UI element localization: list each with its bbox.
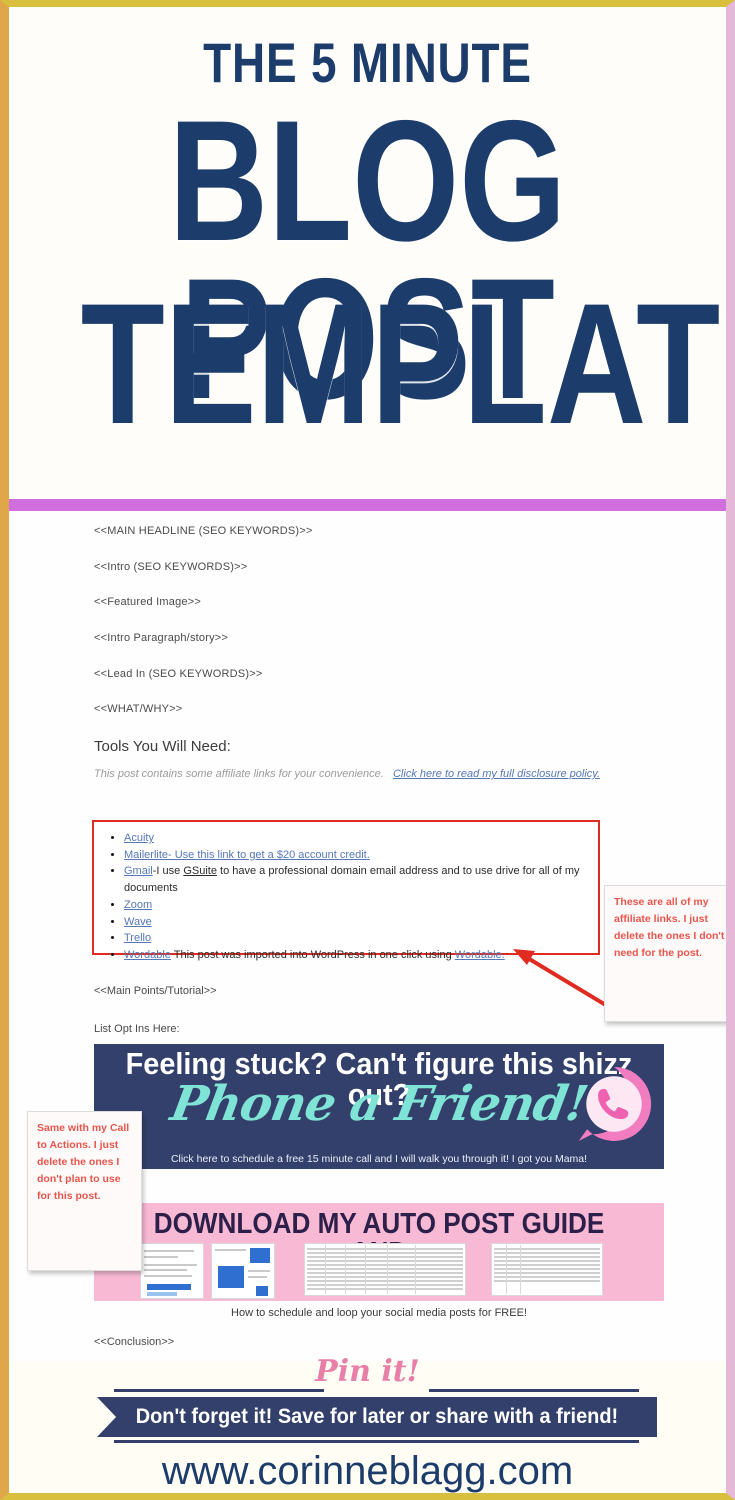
list-item[interactable]: Trello [124, 930, 598, 947]
list-item[interactable]: Wordable This post was imported into Wor… [124, 947, 598, 964]
phone-banner-subtext: Click here to schedule a free 15 minute … [170, 1153, 588, 1165]
ribbon-rule-right [429, 1389, 639, 1392]
magenta-divider-bar [9, 499, 726, 511]
callout-affiliate-links: These are all of my affiliate links. I j… [604, 885, 726, 1022]
thumbnail-doc-1 [140, 1243, 204, 1299]
list-item[interactable]: Gmail-I use GSuite to have a professiona… [124, 863, 598, 896]
pin-it-script-text: Pin it! [315, 1354, 420, 1389]
link-gmail-description: -I use GSuite to have a professional dom… [124, 865, 580, 895]
link-acuity[interactable]: Acuity [124, 832, 154, 844]
doc-placeholder-what-why: <<WHAT/WHY>> [94, 703, 183, 715]
list-item[interactable]: Acuity [124, 830, 598, 847]
list-item[interactable]: Zoom [124, 897, 598, 914]
tools-you-will-need-heading: Tools You Will Need: [94, 738, 231, 755]
disclosure-policy-link[interactable]: Click here to read my full disclosure po… [393, 768, 600, 780]
pin-it-ribbon-label: Don't forget it! Save for later or share… [135, 1405, 619, 1428]
whatsapp-phone-icon [578, 1067, 652, 1141]
doc-label-list-opt-ins: List Opt Ins Here: [94, 1023, 180, 1035]
affiliate-links-box: Acuity Mailerlite- Use this link to get … [92, 820, 600, 961]
link-trello[interactable]: Trello [124, 932, 151, 944]
link-wave[interactable]: Wave [124, 916, 152, 928]
doc-placeholder-lead-in: <<Lead In (SEO KEYWORDS)>> [94, 668, 263, 680]
link-zoom[interactable]: Zoom [124, 899, 152, 911]
thumbnail-doc-2 [211, 1243, 275, 1299]
list-item[interactable]: Mailerlite- Use this link to get a $20 a… [124, 847, 598, 864]
link-wordable-inline[interactable]: Wordable. [455, 949, 505, 961]
auto-post-guide-banner[interactable]: DOWNLOAD MY AUTO POST GUIDE AND [94, 1203, 664, 1301]
link-gmail[interactable]: Gmail [124, 865, 153, 877]
disclosure-text: This post contains some affiliate links … [94, 768, 384, 780]
thumbnail-spreadsheet-1 [304, 1243, 466, 1296]
hero-title-line-2: TEMPLATE [80, 268, 726, 460]
affiliate-disclosure: This post contains some affiliate links … [94, 766, 644, 783]
thumbnail-spreadsheet-2 [491, 1243, 603, 1296]
link-wordable[interactable]: Wordable [124, 949, 171, 961]
pin-it-ribbon-section: Pin it! Don't forget it! Save for later … [9, 1354, 726, 1447]
doc-placeholder-main-headline: <<MAIN HEADLINE (SEO KEYWORDS)>> [94, 525, 313, 537]
website-url: www.corinneblagg.com [161, 1449, 574, 1493]
ribbon-rule-bottom [114, 1440, 639, 1443]
doc-placeholder-intro-paragraph: <<Intro Paragraph/story>> [94, 632, 229, 644]
doc-placeholder-intro: <<Intro (SEO KEYWORDS)>> [94, 561, 248, 573]
doc-placeholder-main-points: <<Main Points/Tutorial>> [94, 985, 217, 997]
callout-call-to-actions: Same with my Call to Actions. I just del… [27, 1111, 142, 1271]
pin-it-ribbon: Don't forget it! Save for later or share… [97, 1397, 657, 1437]
hero-section: THE 5 MINUTE BLOG POST TEMPLATE [9, 7, 726, 495]
link-wordable-description: This post was imported into WordPress in… [170, 949, 505, 962]
doc-placeholder-featured-image: <<Featured Image>> [94, 596, 201, 608]
link-mailerlite[interactable]: Mailerlite- Use this link to get a $20 a… [124, 849, 370, 861]
hero-kicker: THE 5 MINUTE [203, 31, 532, 94]
affiliate-links-list: Acuity Mailerlite- Use this link to get … [94, 822, 598, 964]
guide-thumbnails [140, 1243, 618, 1299]
pink-banner-subtext: How to schedule and loop your social med… [231, 1307, 527, 1319]
pinterest-pin-graphic: THE 5 MINUTE BLOG POST TEMPLATE <<MAIN H… [0, 0, 735, 1500]
list-item[interactable]: Wave [124, 914, 598, 931]
ribbon-rule-left [114, 1389, 324, 1392]
phone-a-friend-banner[interactable]: Feeling stuck? Can't figure this shizz o… [94, 1044, 664, 1169]
doc-placeholder-conclusion: <<Conclusion>> [94, 1336, 175, 1348]
